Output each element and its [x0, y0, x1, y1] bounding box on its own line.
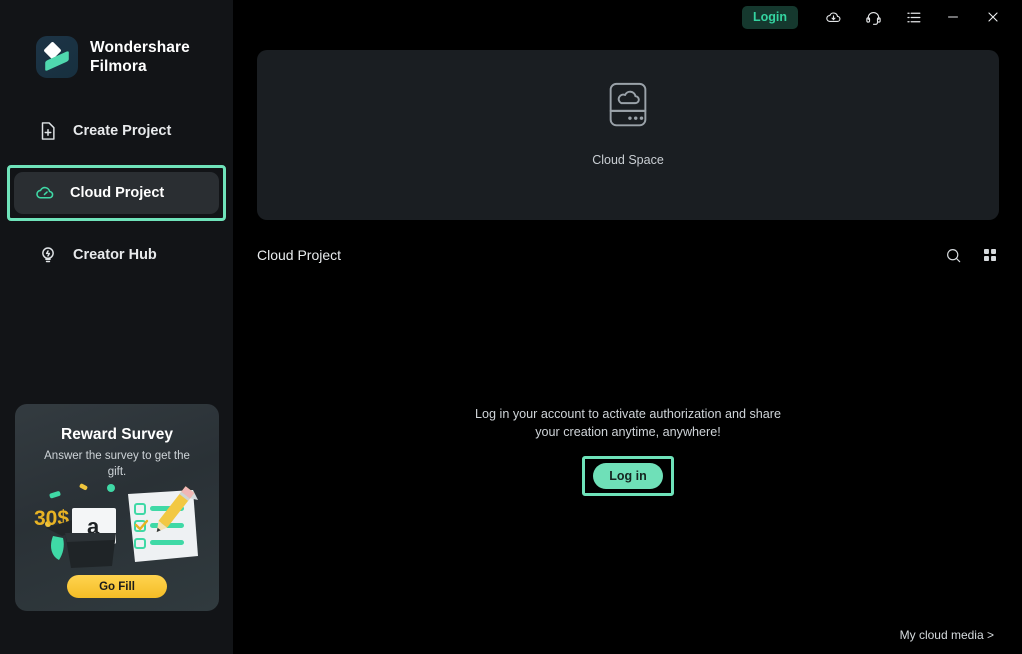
sidebar-item-label: Creator Hub — [73, 247, 157, 263]
brand-line-2: Filmora — [90, 58, 147, 75]
cloud-space-label: Cloud Space — [592, 153, 664, 167]
login-button[interactable]: Login — [741, 5, 798, 29]
gift-box-survey-pencil-illustration: 30$ a — [34, 483, 198, 568]
empty-state-message-line-2: your creation anytime, anywhere! — [535, 425, 721, 440]
sidebar-item-label: Create Project — [73, 123, 172, 139]
main-content: Login Cloud Space Cloud Project Log in y… — [233, 0, 1022, 654]
go-fill-button[interactable]: Go Fill — [67, 575, 167, 598]
minimize-icon[interactable] — [934, 2, 972, 32]
reward-survey-title: Reward Survey — [61, 426, 173, 443]
sidebar-item-cloud-project[interactable]: Cloud Project — [7, 165, 226, 221]
cloud-icon — [34, 182, 56, 204]
section-title: Cloud Project — [257, 247, 342, 263]
section-actions — [944, 246, 999, 265]
filmora-logo-icon — [36, 36, 78, 78]
cloud-drive-icon — [601, 78, 655, 141]
filmora-launcher-window: Wondershare Filmora Create Project Cloud… — [0, 0, 1022, 654]
empty-state: Log in your account to activate authoriz… — [257, 405, 999, 496]
menu-list-icon[interactable] — [894, 2, 932, 32]
headset-support-icon[interactable] — [854, 2, 892, 32]
reward-survey-card[interactable]: Reward Survey Answer the survey to get t… — [15, 404, 219, 611]
lightbulb-idea-icon — [37, 244, 59, 266]
window-titlebar: Login — [233, 0, 1022, 34]
sidebar: Wondershare Filmora Create Project Cloud… — [0, 0, 233, 654]
cloud-space-panel[interactable]: Cloud Space — [257, 50, 999, 220]
empty-state-message-line-1: Log in your account to activate authoriz… — [475, 407, 781, 421]
cloud-space-content: Cloud Space — [257, 78, 999, 167]
sidebar-item-create-project[interactable]: Create Project — [14, 108, 219, 154]
login-button-highlight: Log in — [582, 455, 674, 496]
log-in-button[interactable]: Log in — [593, 462, 663, 489]
search-icon[interactable] — [944, 246, 963, 265]
cloud-project-section-header: Cloud Project — [257, 240, 999, 270]
brand-line-1: Wondershare — [90, 38, 190, 56]
sidebar-item-creator-hub[interactable]: Creator Hub — [14, 232, 219, 278]
cloud-download-icon[interactable] — [814, 2, 852, 32]
new-document-plus-icon — [37, 120, 59, 142]
grid-view-icon[interactable] — [981, 246, 999, 264]
brand-name: Wondershare Filmora — [90, 38, 190, 77]
my-cloud-media-link[interactable]: My cloud media > — [900, 628, 994, 642]
app-brand: Wondershare Filmora — [0, 0, 233, 78]
sidebar-item-label: Cloud Project — [70, 185, 165, 201]
close-icon[interactable] — [974, 2, 1012, 32]
sidebar-nav: Create Project Cloud Project Creator Hub — [0, 108, 233, 278]
sidebar-item-cloud-project-inner[interactable]: Cloud Project — [14, 172, 219, 214]
